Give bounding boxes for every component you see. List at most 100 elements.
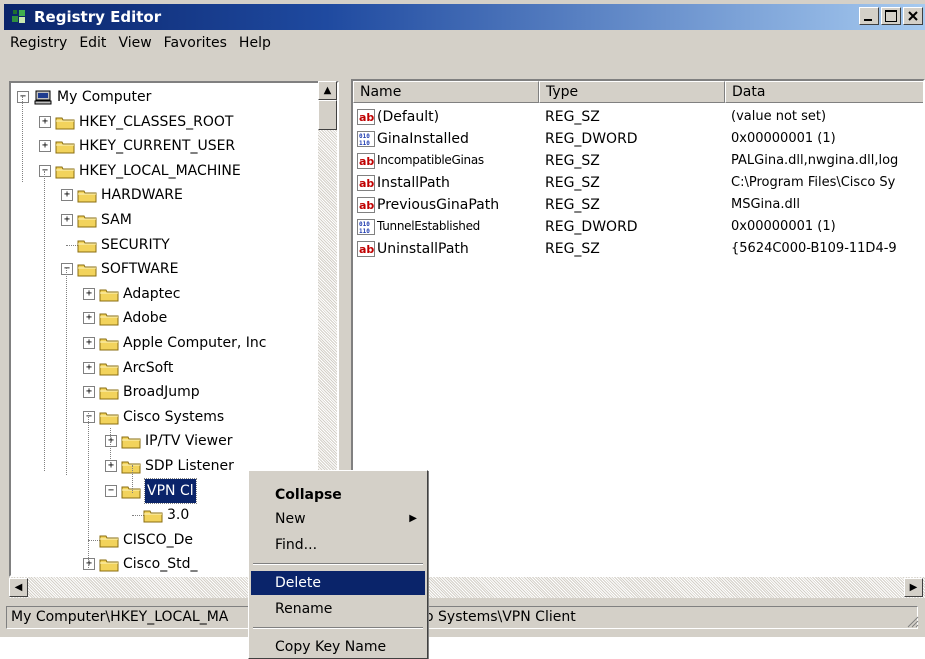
folder-icon — [99, 559, 119, 572]
expand-icon[interactable]: + — [39, 140, 51, 153]
menu-delete[interactable]: Delete — [251, 571, 425, 595]
folder-icon — [143, 510, 163, 523]
tree-item-sam[interactable]: + SAM — [11, 208, 331, 232]
status-path-left: My Computer\HKEY_LOCAL_MA — [11, 609, 229, 625]
value-row[interactable]: ab UninstallPath REG_SZ {5624C000-B109-11D4… — [353, 239, 923, 261]
tree-item-label: SECURITY — [101, 236, 170, 253]
close-button[interactable] — [903, 7, 923, 25]
tree-item-hkey-local-machine[interactable]: − HKEY_LOCAL_MACHINE — [11, 159, 331, 183]
expand-icon[interactable]: + — [83, 287, 95, 300]
folder-icon — [99, 363, 119, 376]
column-header-type[interactable]: Type — [539, 81, 725, 103]
value-type: REG_SZ — [545, 109, 600, 125]
title-bar[interactable]: Registry Editor — [4, 4, 925, 30]
tree-item-broadjump[interactable]: + BroadJump — [11, 380, 331, 404]
expand-icon[interactable]: + — [105, 435, 117, 448]
tree-item-label: HKEY_CURRENT_USER — [79, 138, 236, 155]
window-title: Registry Editor — [34, 8, 162, 26]
tree-item-my-computer[interactable]: − My Computer — [11, 85, 331, 109]
expand-icon[interactable]: + — [39, 115, 51, 128]
string-value-icon: ab — [357, 153, 375, 169]
tree-item-ip-tv-viewer[interactable]: + IP/TV Viewer — [11, 429, 331, 453]
menu-rename[interactable]: Rename — [251, 597, 425, 621]
tree-item-arcsoft[interactable]: + ArcSoft — [11, 356, 331, 380]
computer-icon — [34, 90, 52, 105]
registry-editor-icon — [12, 10, 25, 23]
close-icon — [908, 11, 918, 21]
scroll-right-button[interactable]: ▶ — [904, 578, 923, 597]
column-header-data[interactable]: Data — [725, 81, 923, 103]
values-list-pane[interactable]: Name Type Data ab (Default) REG_SZ (value n… — [351, 79, 925, 598]
collapse-icon[interactable]: − — [17, 91, 29, 103]
folder-icon — [55, 166, 75, 179]
expand-icon[interactable]: + — [105, 460, 117, 472]
tree-connector — [44, 171, 45, 471]
string-value-icon: ab — [357, 109, 375, 125]
minimize-button[interactable] — [859, 7, 879, 25]
tree-item-label: HARDWARE — [101, 187, 183, 204]
menu-favorites[interactable]: Favorites — [158, 31, 233, 51]
column-header-name[interactable]: Name — [353, 81, 539, 103]
menu-edit[interactable]: Edit — [73, 31, 112, 51]
expand-icon[interactable]: + — [83, 558, 95, 571]
expand-icon[interactable]: + — [83, 386, 95, 399]
tree-item-label: My Computer — [57, 89, 152, 105]
tree-item-hkey-classes-root[interactable]: + HKEY_CLASSES_ROOT — [11, 110, 331, 134]
value-row[interactable]: ab PreviousGinaPath REG_SZ MSGina.dll — [353, 195, 923, 217]
expand-icon[interactable]: + — [83, 312, 95, 325]
resize-grip-icon[interactable] — [905, 614, 919, 628]
value-name: TunnelEstablished — [377, 219, 480, 233]
tree-item-hardware[interactable]: + HARDWARE — [11, 183, 331, 207]
collapse-icon[interactable]: − — [83, 410, 95, 423]
expand-icon[interactable]: + — [83, 361, 95, 374]
tree-item-hkey-current-user[interactable]: + HKEY_CURRENT_USER — [11, 134, 331, 158]
folder-icon — [121, 486, 141, 499]
menu-view[interactable]: View — [112, 31, 157, 51]
value-row[interactable]: ab (Default) REG_SZ (value not set) — [353, 107, 923, 129]
tree-item-software[interactable]: − SOFTWARE — [11, 257, 331, 281]
scroll-up-button[interactable]: ▲ — [318, 81, 337, 100]
value-row[interactable]: ab InstallPath REG_SZ C:\Program Files\Cisc… — [353, 173, 923, 195]
tree-scroll-thumb[interactable] — [318, 100, 337, 130]
expand-icon[interactable]: + — [61, 214, 73, 226]
collapse-icon[interactable]: − — [61, 263, 73, 276]
tree-item-cisco-systems[interactable]: − Cisco Systems — [11, 405, 331, 429]
folder-icon — [55, 117, 75, 130]
value-name: PreviousGinaPath — [377, 197, 500, 213]
string-value-icon: ab — [357, 175, 375, 191]
tree-item-label: SOFTWARE — [101, 261, 179, 278]
value-row[interactable]: 010 110 TunnelEstablished REG_DWORD 0x000000… — [353, 217, 923, 239]
value-row[interactable]: ab IncompatibleGinas REG_SZ PALGina.dll,nwg… — [353, 151, 923, 173]
scroll-left-button[interactable]: ◀ — [9, 578, 28, 597]
svg-text:ab: ab — [359, 111, 374, 124]
tree-item-security[interactable]: SECURITY — [11, 233, 331, 257]
tree-item-adobe[interactable]: + Adobe — [11, 306, 331, 330]
svg-text:010: 010 — [359, 133, 370, 140]
menu-new-label: New — [275, 511, 306, 527]
folder-icon — [99, 387, 119, 400]
menu-registry[interactable]: Registry — [4, 31, 73, 51]
tree-item-label: Adobe — [123, 310, 168, 327]
menu-new[interactable]: New ▶ — [251, 507, 425, 531]
folder-icon — [77, 264, 97, 277]
value-row[interactable]: 010 110 GinaInstalled REG_DWORD 0x00000001 (… — [353, 129, 923, 151]
value-data: (value not set) — [731, 109, 827, 124]
collapse-icon[interactable]: − — [39, 164, 51, 177]
menu-collapse[interactable]: Collapse — [251, 483, 425, 507]
menu-help[interactable]: Help — [233, 31, 277, 51]
tree-item-adaptec[interactable]: + Adaptec — [11, 282, 331, 306]
tree-connector — [110, 428, 111, 463]
folder-icon — [99, 313, 119, 326]
tree-item-apple-computer-inc[interactable]: + Apple Computer, Inc — [11, 331, 331, 355]
menu-copy-key-name[interactable]: Copy Key Name — [251, 635, 425, 659]
collapse-icon[interactable]: − — [105, 484, 117, 497]
tree-item-label: Apple Computer, Inc — [123, 335, 267, 351]
svg-text:ab: ab — [359, 199, 374, 212]
list-horizontal-scrollbar[interactable]: ▶ — [352, 577, 925, 598]
expand-icon[interactable]: + — [83, 337, 95, 349]
value-type: REG_SZ — [545, 175, 600, 191]
expand-icon[interactable]: + — [61, 189, 73, 202]
menu-find[interactable]: Find... — [251, 533, 425, 557]
string-value-icon: ab — [357, 241, 375, 257]
maximize-button[interactable] — [881, 7, 901, 25]
